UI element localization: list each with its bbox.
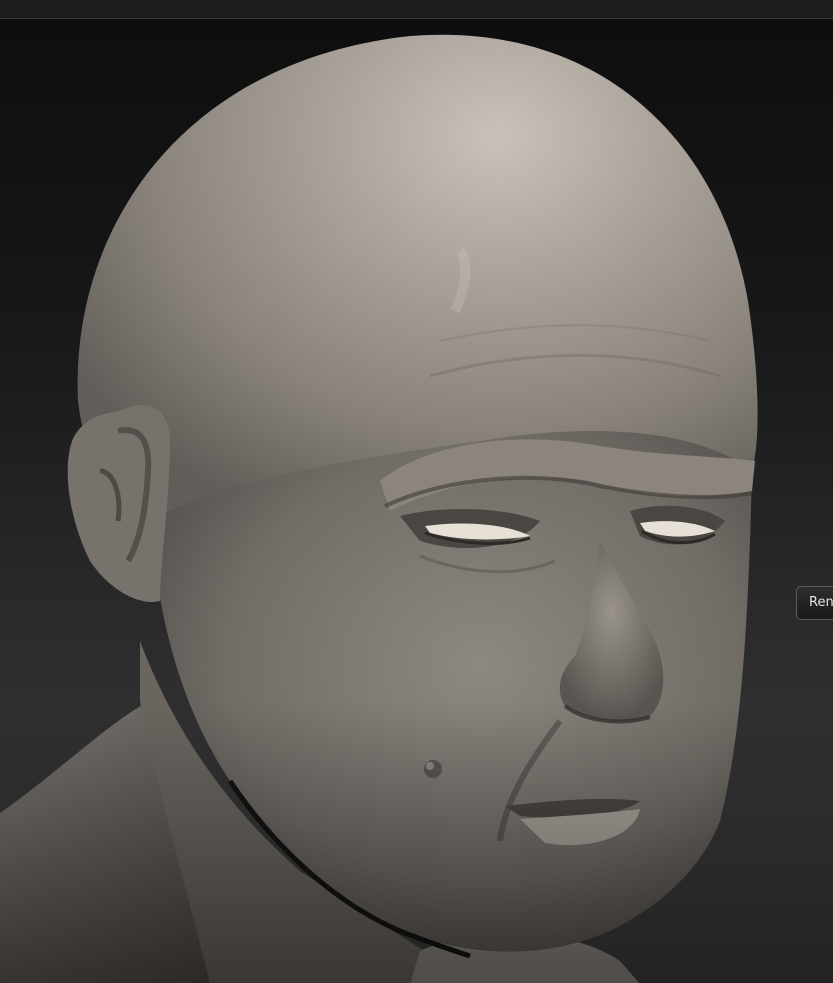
sculpt-application: Ren xyxy=(0,0,833,983)
3d-viewport[interactable]: Ren xyxy=(0,18,833,983)
render-tab-button[interactable]: Ren xyxy=(796,586,833,620)
sculpted-head-mesh xyxy=(0,34,833,983)
top-toolbar-strip xyxy=(0,0,833,18)
